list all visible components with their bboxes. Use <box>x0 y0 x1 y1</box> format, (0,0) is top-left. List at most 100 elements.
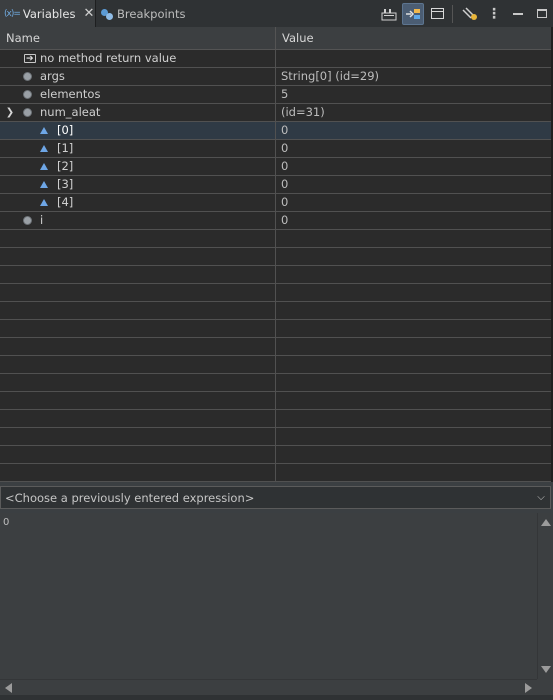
variables-icon: (x)= <box>4 8 21 19</box>
variable-name: no method return value <box>40 51 177 65</box>
variable-name: args <box>40 69 65 83</box>
array-element-icon <box>40 181 48 188</box>
variable-value: (id=31) <box>281 105 325 119</box>
tab-breakpoints[interactable]: Breakpoints <box>97 0 197 27</box>
view-tab-bar: (x)= Variables ✕ Breakpoints ⋮ <box>0 0 553 28</box>
variable-name: [3] <box>57 177 74 191</box>
view-menu-actions-button[interactable] <box>459 3 481 25</box>
scroll-left-icon[interactable] <box>5 683 12 693</box>
local-variable-icon <box>23 108 32 117</box>
name-cell: i <box>0 212 276 229</box>
array-element-icon <box>40 163 48 170</box>
table-row-i[interactable]: i 0 <box>0 212 551 230</box>
maximize-button[interactable] <box>531 3 553 25</box>
method-return-icon <box>24 51 36 67</box>
column-header-name[interactable]: Name <box>0 27 276 49</box>
name-cell: no method return value <box>0 50 276 67</box>
vertical-scrollbar[interactable] <box>537 513 553 679</box>
view-menu-actions-icon <box>462 6 477 20</box>
scroll-up-icon[interactable] <box>541 519 551 526</box>
more-options-icon: ⋮ <box>487 5 501 22</box>
variable-name: [0] <box>57 123 74 137</box>
chevron-down-icon[interactable]: ❯ <box>4 104 16 121</box>
name-cell: [0] <box>0 122 276 139</box>
expression-combo-text: <Choose a previously entered expression> <box>5 490 255 505</box>
horizontal-scrollbar[interactable] <box>0 679 537 695</box>
empty-row <box>0 320 551 338</box>
empty-row <box>0 266 551 284</box>
scroll-down-icon[interactable] <box>541 666 551 673</box>
name-cell: [1] <box>0 140 276 157</box>
scrollbar-corner <box>537 679 553 695</box>
variable-value: 0 <box>281 177 289 191</box>
array-element-icon <box>40 145 48 152</box>
array-element-icon <box>40 127 48 134</box>
table-row-no-method-return-value[interactable]: no method return value <box>0 50 551 68</box>
variable-value: 0 <box>281 159 289 173</box>
tab-breakpoints-label: Breakpoints <box>117 6 186 21</box>
local-variable-icon <box>23 72 32 81</box>
collapse-all-button[interactable] <box>426 3 448 25</box>
show-logical-structure-icon <box>406 8 420 19</box>
empty-row <box>0 356 551 374</box>
bottom-border <box>0 695 553 700</box>
local-variable-icon <box>23 90 32 99</box>
chevron-down-icon[interactable]: ⌵ <box>532 492 550 503</box>
variable-name: i <box>40 213 44 227</box>
table-row-element-0[interactable]: [0] 0 <box>0 122 551 140</box>
variable-name: [4] <box>57 195 74 209</box>
tab-variables-label: Variables <box>22 6 76 21</box>
name-cell: elementos <box>0 86 276 103</box>
show-logical-structure-button[interactable] <box>402 2 424 25</box>
breakpoints-icon <box>101 8 113 20</box>
variable-value: 0 <box>281 195 289 209</box>
variable-name: [2] <box>57 159 74 173</box>
table-row-element-3[interactable]: [3] 0 <box>0 176 551 194</box>
name-cell: args <box>0 68 276 85</box>
scroll-right-icon[interactable] <box>525 683 532 693</box>
show-type-names-icon <box>381 8 397 20</box>
minimize-button[interactable] <box>507 3 529 25</box>
local-variable-icon <box>23 216 32 225</box>
detail-pane[interactable]: 0 <box>0 513 537 679</box>
table-row-element-1[interactable]: [1] 0 <box>0 140 551 158</box>
table-row-element-2[interactable]: [2] 0 <box>0 158 551 176</box>
table-row-num-aleat[interactable]: ❯ num_aleat (id=31) <box>0 104 551 122</box>
variable-value: 5 <box>281 87 289 101</box>
maximize-icon <box>537 9 547 18</box>
variables-tree-table[interactable]: Name Value no method return value args S… <box>0 27 553 482</box>
minimize-icon <box>513 12 523 15</box>
variable-value: 0 <box>281 141 289 155</box>
more-options-button[interactable]: ⋮ <box>483 3 505 25</box>
empty-row <box>0 374 551 392</box>
variable-name: num_aleat <box>40 105 101 119</box>
table-header: Name Value <box>0 27 551 50</box>
column-header-value[interactable]: Value <box>276 27 314 49</box>
variable-name: [1] <box>57 141 74 155</box>
empty-row <box>0 392 551 410</box>
variable-value: 0 <box>281 123 289 137</box>
tab-variables[interactable]: (x)= Variables ✕ <box>0 0 96 27</box>
variable-value: 0 <box>281 213 289 227</box>
empty-row <box>0 410 551 428</box>
name-cell: ❯ num_aleat <box>0 104 276 121</box>
table-row-args[interactable]: args String[0] (id=29) <box>0 68 551 86</box>
empty-row <box>0 230 551 248</box>
view-toolbar: ⋮ <box>376 0 553 27</box>
empty-row <box>0 302 551 320</box>
name-cell: [3] <box>0 176 276 193</box>
empty-row <box>0 428 551 446</box>
name-cell: [2] <box>0 158 276 175</box>
empty-row <box>0 248 551 266</box>
empty-row <box>0 338 551 356</box>
show-type-names-button[interactable] <box>378 3 400 25</box>
empty-row <box>0 284 551 302</box>
collapse-all-icon <box>430 8 444 19</box>
empty-row <box>0 464 551 482</box>
table-row-elementos[interactable]: elementos 5 <box>0 86 551 104</box>
detail-value-text: 0 <box>3 517 10 528</box>
expression-history-combo[interactable]: <Choose a previously entered expression>… <box>0 486 551 509</box>
variable-value: String[0] (id=29) <box>281 69 380 83</box>
table-row-element-4[interactable]: [4] 0 <box>0 194 551 212</box>
close-icon[interactable]: ✕ <box>83 6 94 21</box>
